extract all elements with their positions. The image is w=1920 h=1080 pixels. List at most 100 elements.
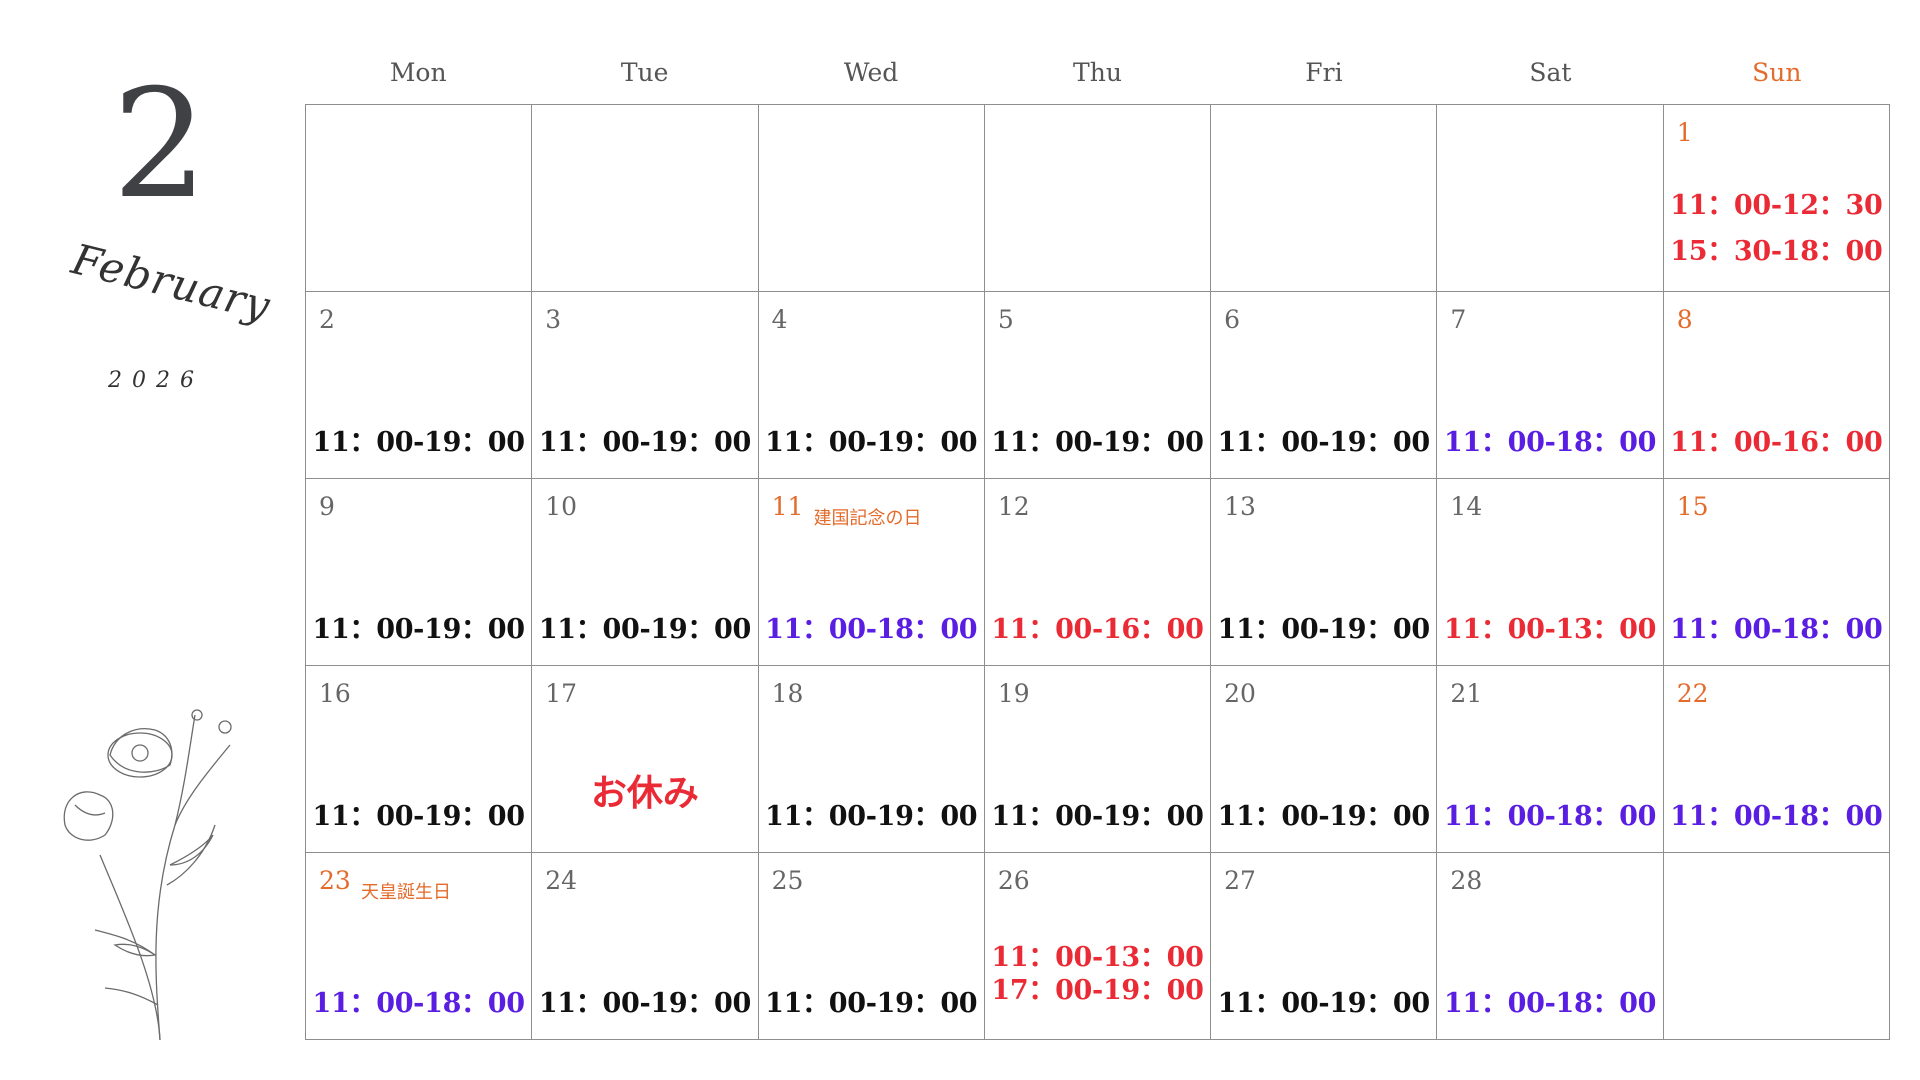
day-cell: 10 11：00-19：00 (532, 479, 759, 666)
business-hours: 11：00-16：00 (991, 614, 1204, 645)
day-number: 3 (545, 305, 562, 334)
business-hours: 11：00-19：00 (991, 801, 1204, 832)
holiday-name: 建国記念の日 (813, 508, 922, 529)
business-hours: 11：00-19：00 (765, 427, 978, 458)
day-number: 26 (997, 866, 1030, 895)
day-number: 20 (1224, 679, 1256, 708)
day-number: 28 (1450, 866, 1483, 895)
flower-illustration (63, 709, 232, 1041)
day-cell: 21 11：00-18：00 (1437, 666, 1664, 853)
weekday-label: Thu (1073, 58, 1122, 87)
day-cell: 12 11：00-16：00 (984, 479, 1212, 666)
business-hours: 11：00-18：00 (1443, 988, 1657, 1019)
day-cell: 14 11：00-13：00 (1437, 479, 1664, 666)
day-cell: 13 11：00-19：00 (1211, 479, 1438, 666)
day-cell: 9 11：00-19：00 (306, 479, 533, 666)
empty-cell (984, 105, 1212, 292)
day-number: 5 (997, 305, 1014, 334)
day-number: 1 (1676, 118, 1693, 147)
day-number: 4 (771, 305, 788, 334)
business-hours: 11：00-18：00 (312, 988, 526, 1019)
empty-cell (1663, 853, 1890, 1040)
day-cell: 20 11：00-19：00 (1211, 666, 1438, 853)
weekday-label: Sat (1529, 58, 1572, 87)
day-number: 18 (771, 679, 804, 708)
business-hours: 11：00-19：00 (1217, 427, 1431, 458)
day-cell: 26 11：00-13：00 17：00-19：00 (984, 853, 1212, 1040)
day-cell: 28 11：00-18：00 (1437, 853, 1664, 1040)
year-label: 2026 (108, 368, 204, 393)
business-hours: 11：00-18：00 (1670, 801, 1883, 832)
day-cell: 22 11：00-18：00 (1663, 666, 1890, 853)
day-number: 10 (545, 492, 578, 521)
month-name: February (67, 234, 276, 331)
day-cell: 15 11：00-18：00 (1663, 479, 1890, 666)
day-number: 17 (545, 679, 578, 708)
calendar: Mon Tue Wed Thu Fri Sat Sun 1 11：00-12：30 15：30-… (305, 52, 1890, 1040)
day-number: 21 (1450, 679, 1483, 708)
empty-cell (306, 105, 533, 292)
day-cell: 8 11：00-16：00 (1663, 292, 1890, 479)
business-hours: 11：00-18：00 (1443, 801, 1657, 832)
day-cell: 27 11：00-19：00 (1211, 853, 1438, 1040)
day-number: 16 (319, 679, 351, 708)
day-cell: 19 11：00-19：00 (984, 666, 1212, 853)
empty-cell (532, 105, 759, 292)
day-number: 25 (771, 866, 804, 895)
day-cell: 24 11：00-19：00 (532, 853, 759, 1040)
day-number: 8 (1676, 305, 1693, 334)
business-hours: 11：00-13：00 (991, 942, 1204, 973)
business-hours: 11：00-18：00 (1670, 614, 1883, 645)
day-cell: 11 建国記念の日 11：00-18：00 (758, 479, 985, 666)
business-hours: 11：00-19：00 (538, 988, 752, 1019)
day-number: 6 (1224, 305, 1241, 334)
sidebar: 2 February 2026 (0, 0, 300, 1080)
day-cell: 16 11：00-19：00 (306, 666, 533, 853)
day-cell: 23 天皇誕生日 11：00-18：00 (306, 853, 533, 1040)
weekday-label: Fri (1305, 58, 1343, 87)
business-hours: 11：00-19：00 (765, 988, 978, 1019)
business-hours: 17：00-19：00 (991, 975, 1204, 1006)
weekday-header: Mon Tue Wed Thu Fri Sat Sun (305, 52, 1890, 104)
day-number: 11 (771, 492, 804, 521)
business-hours: 11：00-19：00 (312, 427, 526, 458)
business-hours: 11：00-19：00 (312, 801, 526, 832)
day-number: 19 (997, 679, 1030, 708)
day-cell: 25 11：00-19：00 (758, 853, 985, 1040)
empty-cell (1437, 105, 1664, 292)
empty-cell (758, 105, 985, 292)
day-number: 7 (1450, 305, 1467, 334)
day-cell: 2 11：00-19：00 (306, 292, 533, 479)
business-hours: 11：00-19：00 (538, 427, 752, 458)
calendar-grid: 1 11：00-12：30 15：30-18：00 2 11：00-19：00 3 11：0… (305, 104, 1890, 1040)
business-hours: 11：00-19：00 (538, 614, 752, 645)
business-hours: 11：00-18：00 (1443, 427, 1657, 458)
business-hours: 11：00-19：00 (1217, 614, 1431, 645)
empty-cell (1211, 105, 1438, 292)
weekday-label: Wed (843, 58, 899, 87)
business-hours: 11：00-19：00 (991, 427, 1204, 458)
day-number: 22 (1676, 679, 1709, 708)
day-number: 2 (319, 305, 335, 334)
day-number: 15 (1676, 492, 1709, 521)
business-hours: 11：00-16：00 (1670, 427, 1883, 458)
day-cell: 6 11：00-19：00 (1211, 292, 1438, 479)
business-hours: 11：00-19：00 (312, 614, 526, 645)
day-number: 14 (1450, 492, 1483, 521)
day-number: 12 (997, 492, 1030, 521)
weekday-label: Mon (389, 58, 447, 87)
day-cell: 5 11：00-19：00 (984, 292, 1212, 479)
day-cell: 1 11：00-12：30 15：30-18：00 (1663, 105, 1890, 292)
business-hours: 11：00-19：00 (765, 801, 978, 832)
business-hours: 11：00-12：30 (1670, 190, 1883, 221)
weekday-label: Tue (620, 58, 669, 87)
day-number: 23 (319, 866, 351, 895)
day-number: 9 (319, 492, 335, 521)
holiday-name: 天皇誕生日 (361, 882, 451, 903)
day-number: 13 (1224, 492, 1256, 521)
day-cell: 3 11：00-19：00 (532, 292, 759, 479)
business-hours: 11：00-19：00 (1217, 988, 1431, 1019)
day-number: 27 (1224, 866, 1256, 895)
closed-label: お休み (590, 773, 699, 814)
day-cell: 7 11：00-18：00 (1437, 292, 1664, 479)
